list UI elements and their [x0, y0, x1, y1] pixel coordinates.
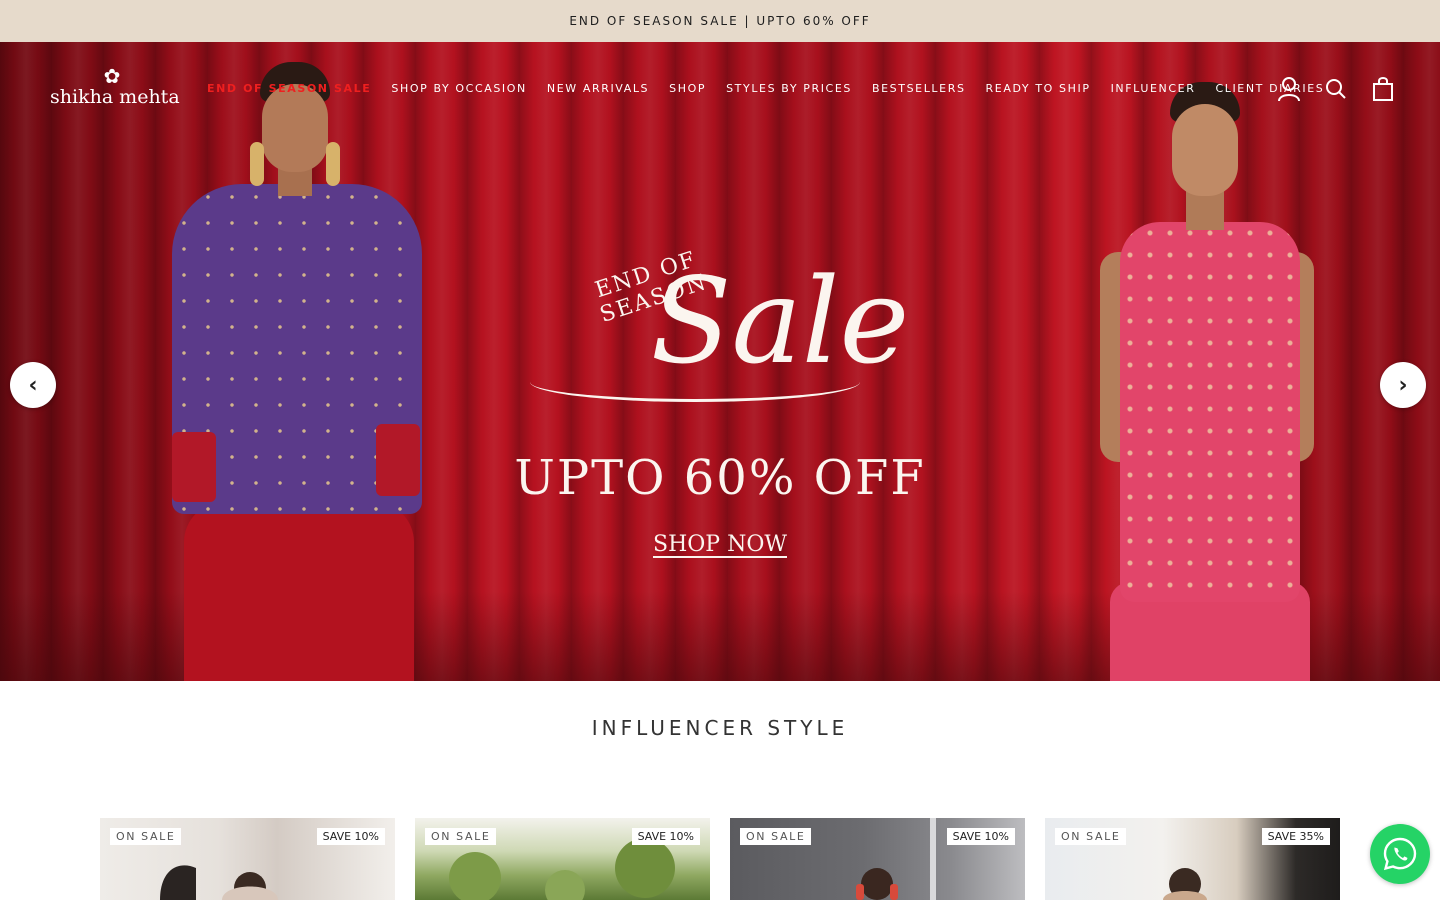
nav-item-styles-by-prices[interactable]: STYLES BY PRICES	[726, 82, 852, 95]
hero-offer: UPTO 60% OFF	[514, 450, 926, 506]
nav-item-bestsellers[interactable]: BESTSELLERS	[872, 82, 966, 95]
chevron-right-icon: ›	[1398, 372, 1408, 398]
chevron-left-icon: ‹	[28, 372, 38, 398]
search-icon[interactable]	[1323, 74, 1349, 104]
main-nav: END OF SEASON SALE SHOP BY OCCASION NEW …	[207, 82, 1324, 95]
save-badge: SAVE 10%	[631, 828, 700, 845]
site-logo[interactable]: ✿ shikha mehta	[50, 64, 180, 114]
model-right-image	[1080, 62, 1340, 681]
nav-item-ready-to-ship[interactable]: READY TO SHIP	[986, 82, 1091, 95]
product-card[interactable]: ON SALE SAVE 10%	[100, 818, 395, 900]
announcement-text: END OF SEASON SALE | UPTO 60% OFF	[569, 14, 871, 28]
nav-item-shop-by-occasion[interactable]: SHOP BY OCCASION	[391, 82, 526, 95]
save-badge: SAVE 35%	[1261, 828, 1330, 845]
account-icon[interactable]	[1276, 74, 1302, 104]
whatsapp-chat-button[interactable]	[1370, 824, 1430, 884]
on-sale-badge: ON SALE	[425, 828, 497, 845]
product-card[interactable]: ON SALE SAVE 10%	[730, 818, 1025, 900]
whatsapp-icon	[1383, 837, 1417, 871]
slideshow-next-button[interactable]: ›	[1380, 362, 1426, 408]
nav-item-new-arrivals[interactable]: NEW ARRIVALS	[547, 82, 649, 95]
on-sale-badge: ON SALE	[110, 828, 182, 845]
product-grid: ON SALE SAVE 10% ON SALE SAVE 10% ON SAL…	[100, 818, 1340, 900]
on-sale-badge: ON SALE	[740, 828, 812, 845]
hero-banner[interactable]: END OF SEASON Sale UPTO 60% OFF SHOP NOW…	[0, 42, 1440, 681]
header-icons	[1276, 74, 1396, 104]
product-card[interactable]: ON SALE SAVE 35%	[1045, 818, 1340, 900]
nav-item-influencer[interactable]: INFLUENCER	[1111, 82, 1196, 95]
section-title: INFLUENCER STYLE	[591, 716, 849, 740]
save-badge: SAVE 10%	[946, 828, 1015, 845]
logo-text: shikha mehta	[50, 86, 180, 108]
flower-logo-icon: ✿	[103, 64, 121, 88]
nav-item-shop[interactable]: SHOP	[669, 82, 706, 95]
model-left-image	[150, 62, 450, 681]
on-sale-badge: ON SALE	[1055, 828, 1127, 845]
slideshow-prev-button[interactable]: ‹	[10, 362, 56, 408]
cart-bag-icon[interactable]	[1370, 74, 1396, 104]
hero-swash	[530, 362, 860, 402]
save-badge: SAVE 10%	[316, 828, 385, 845]
shop-now-link[interactable]: SHOP NOW	[650, 532, 790, 557]
hero-text-block: END OF SEASON Sale UPTO 60% OFF SHOP NOW	[500, 232, 940, 592]
announcement-bar: END OF SEASON SALE | UPTO 60% OFF	[0, 0, 1440, 42]
nav-item-end-of-season-sale[interactable]: END OF SEASON SALE	[207, 82, 371, 95]
product-card[interactable]: ON SALE SAVE 10%	[415, 818, 710, 900]
